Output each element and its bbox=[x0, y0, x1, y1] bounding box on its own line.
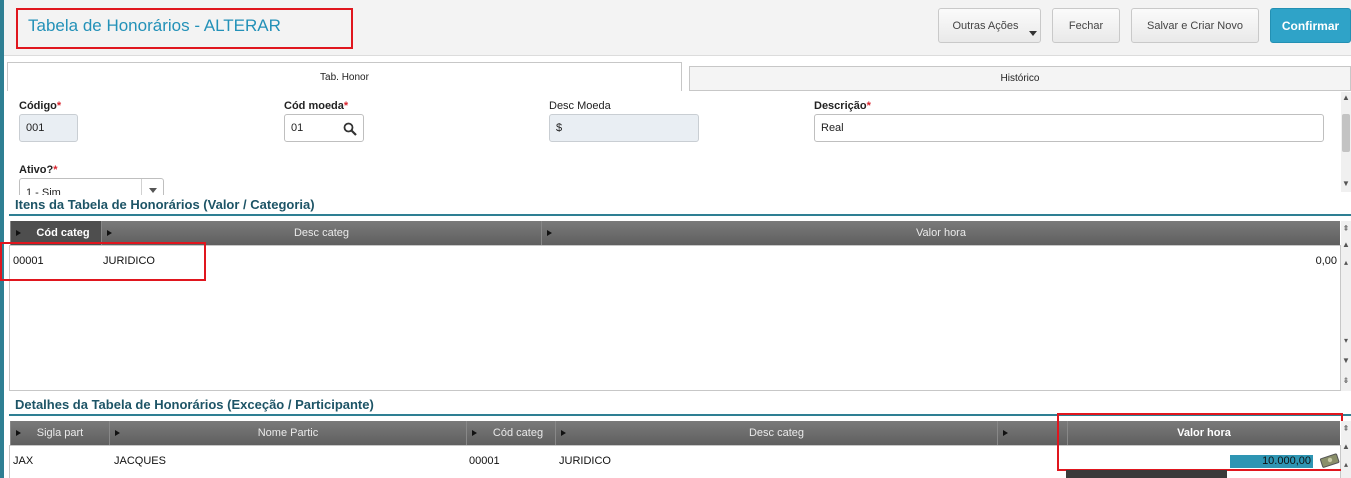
fechar-button[interactable]: Fechar bbox=[1052, 8, 1120, 43]
row-valor-hora: 0,00 bbox=[1315, 255, 1337, 267]
detalhes-col-spacer bbox=[997, 421, 1067, 445]
codigo-field[interactable]: 001 bbox=[19, 114, 78, 142]
outras-acoes-label: Outras Ações bbox=[952, 19, 1019, 32]
scroll-up-icon[interactable]: ▲ bbox=[1341, 92, 1351, 104]
tab-tab-honor[interactable]: Tab. Honor bbox=[7, 62, 682, 91]
sort-arrow-icon bbox=[16, 230, 21, 236]
cod-moeda-field[interactable]: 01 bbox=[284, 114, 364, 142]
desc-moeda-field: $ bbox=[549, 114, 699, 142]
detalhes-col-desc-categ[interactable]: Desc categ bbox=[555, 421, 997, 445]
tab-historico[interactable]: Histórico bbox=[689, 66, 1351, 91]
ativo-select[interactable]: 1 - Sim bbox=[19, 178, 164, 195]
chevron-down-icon bbox=[1029, 31, 1037, 36]
cod-moeda-value: 01 bbox=[291, 122, 304, 134]
tooltip-bar bbox=[1066, 470, 1227, 478]
form-scrollbar[interactable]: ▲ ▼ bbox=[1341, 92, 1351, 192]
money-icon[interactable] bbox=[1319, 451, 1341, 469]
ativo-clip: 1 - Sim bbox=[19, 178, 164, 195]
itens-col-cod-categ[interactable]: Cód categ bbox=[10, 221, 101, 245]
itens-col-desc-categ[interactable]: Desc categ bbox=[101, 221, 541, 245]
itens-scrollbar[interactable]: ⇞ ▲ ▴ ▾ ▼ ⇟ bbox=[1341, 221, 1351, 391]
descricao-label: Descrição* bbox=[814, 100, 871, 112]
detalhes-scrollbar[interactable]: ⇞ ▲ ▴ bbox=[1341, 421, 1351, 478]
codigo-value: 001 bbox=[26, 122, 45, 134]
detalhes-col-nome-partic[interactable]: Nome Partic bbox=[109, 421, 466, 445]
ativo-label: Ativo?* bbox=[19, 164, 58, 176]
scroll-up-icon[interactable]: ⇞ bbox=[1341, 423, 1351, 435]
table-row[interactable]: 00001 JURIDICO 0,00 bbox=[10, 250, 1340, 270]
row-cod-categ: 00001 bbox=[13, 255, 44, 267]
detalhes-col-valor-hora[interactable]: Valor hora bbox=[1067, 421, 1340, 445]
detalhes-col-cod-categ[interactable]: Cód categ bbox=[466, 421, 555, 445]
form-scroll-thumb[interactable] bbox=[1342, 114, 1350, 152]
sort-arrow-icon bbox=[107, 230, 112, 236]
sort-arrow-icon bbox=[115, 430, 120, 436]
detalhes-section-rule bbox=[9, 414, 1351, 416]
page-header: Tabela de Honorários - ALTERAR Outras Aç… bbox=[4, 0, 1351, 56]
valor-hora-input[interactable]: 10.000,00 bbox=[1230, 455, 1313, 468]
itens-grid-header: Cód categ Desc categ Valor hora bbox=[10, 221, 1340, 245]
sort-arrow-icon bbox=[547, 230, 552, 236]
row-sigla-part: JAX bbox=[13, 455, 34, 467]
ativo-value: 1 - Sim bbox=[26, 187, 61, 195]
salvar-criar-novo-button[interactable]: Salvar e Criar Novo bbox=[1131, 8, 1259, 43]
table-row[interactable]: JAX JACQUES 00001 JURIDICO bbox=[10, 450, 1340, 472]
itens-section-rule bbox=[9, 214, 1351, 216]
chevron-down-icon bbox=[141, 179, 163, 195]
row-cod-categ: 00001 bbox=[469, 455, 500, 467]
confirmar-button[interactable]: Confirmar bbox=[1270, 8, 1351, 43]
codigo-label: Código* bbox=[19, 100, 62, 112]
row-desc-categ: JURIDICO bbox=[559, 455, 611, 467]
sort-arrow-icon bbox=[16, 430, 21, 436]
left-accent-bar bbox=[0, 0, 4, 478]
row-nome-partic: JACQUES bbox=[114, 455, 166, 467]
search-icon[interactable] bbox=[343, 122, 357, 136]
itens-section-title: Itens da Tabela de Honorários (Valor / C… bbox=[15, 197, 315, 212]
scroll-up-icon[interactable]: ▲ bbox=[1341, 441, 1351, 453]
sort-arrow-icon bbox=[472, 430, 477, 436]
scroll-down-icon[interactable]: ▼ bbox=[1341, 355, 1351, 367]
scroll-up-icon[interactable]: ▲ bbox=[1341, 239, 1351, 251]
descricao-field[interactable]: Real bbox=[814, 114, 1324, 142]
scroll-down-icon[interactable]: ⇟ bbox=[1341, 375, 1351, 387]
scroll-down-icon[interactable]: ▾ bbox=[1341, 335, 1351, 347]
scroll-down-icon[interactable]: ▼ bbox=[1341, 178, 1351, 190]
cod-moeda-label: Cód moeda* bbox=[284, 100, 349, 112]
detalhes-grid-header: Sigla part Nome Partic Cód categ Desc ca… bbox=[10, 421, 1340, 445]
detalhes-section-title: Detalhes da Tabela de Honorários (Exceçã… bbox=[15, 397, 374, 412]
row-desc-categ: JURIDICO bbox=[103, 255, 155, 267]
scroll-up-icon[interactable]: ▴ bbox=[1341, 257, 1351, 269]
desc-moeda-value: $ bbox=[556, 122, 563, 134]
detalhes-col-sigla-part[interactable]: Sigla part bbox=[10, 421, 109, 445]
outras-acoes-button[interactable]: Outras Ações bbox=[938, 8, 1041, 43]
itens-col-valor-hora[interactable]: Valor hora bbox=[541, 221, 1340, 245]
descricao-value: Real bbox=[821, 122, 844, 134]
scroll-up-icon[interactable]: ▴ bbox=[1341, 459, 1351, 471]
page-title: Tabela de Honorários - ALTERAR bbox=[28, 16, 281, 35]
scroll-up-icon[interactable]: ⇞ bbox=[1341, 223, 1351, 235]
sort-arrow-icon bbox=[1003, 430, 1008, 436]
desc-moeda-label: Desc Moeda bbox=[549, 100, 611, 112]
sort-arrow-icon bbox=[561, 430, 566, 436]
